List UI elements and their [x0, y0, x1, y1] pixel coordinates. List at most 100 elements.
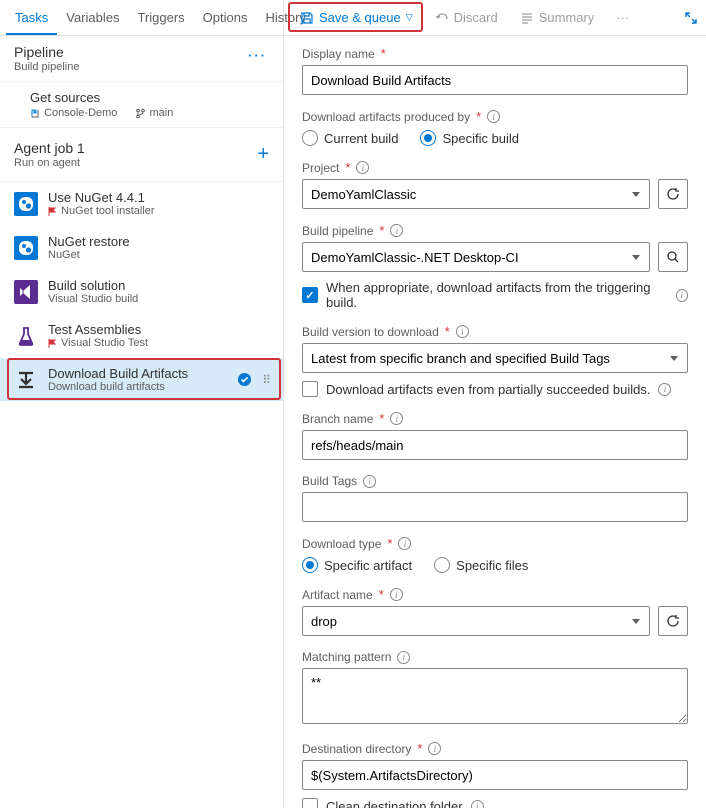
- radio-specific-files[interactable]: Specific files: [434, 557, 528, 573]
- refresh-button[interactable]: [658, 606, 688, 636]
- info-icon[interactable]: [456, 325, 469, 338]
- tab-tasks[interactable]: Tasks: [6, 2, 57, 35]
- refresh-button[interactable]: [658, 179, 688, 209]
- artifact-name-label: Artifact name: [302, 588, 373, 602]
- project-label: Project: [302, 161, 339, 175]
- partial-succeeded-checkbox[interactable]: [302, 381, 318, 397]
- agent-job-title: Agent job 1: [14, 140, 85, 156]
- dest-dir-input[interactable]: [302, 760, 688, 790]
- toolbar: Save & queue ▽ Discard Summary ···: [284, 0, 706, 36]
- agent-job-row[interactable]: Agent job 1 Run on agent +: [0, 128, 283, 182]
- info-icon[interactable]: [397, 651, 410, 664]
- clean-dest-checkbox[interactable]: [302, 798, 318, 808]
- info-icon[interactable]: [390, 224, 403, 237]
- produced-by-label: Download artifacts produced by: [302, 110, 470, 124]
- discard-label: Discard: [454, 10, 498, 25]
- repo-icon: [30, 108, 41, 119]
- task-test-assemblies[interactable]: Test Assemblies Visual Studio Test: [0, 314, 283, 358]
- pipeline-tabs: Tasks Variables Triggers Options History: [0, 0, 283, 36]
- dest-dir-label: Destination directory: [302, 742, 411, 756]
- pipeline-subtitle: Build pipeline: [14, 61, 269, 73]
- task-sub: Download build artifacts: [48, 381, 227, 393]
- triggering-build-checkbox[interactable]: [302, 287, 318, 303]
- nuget-icon: [14, 192, 38, 216]
- radio-specific-build[interactable]: Specific build: [420, 130, 519, 146]
- build-version-select[interactable]: [302, 343, 688, 373]
- info-icon[interactable]: [390, 412, 403, 425]
- info-icon[interactable]: [363, 475, 376, 488]
- check-icon: [237, 372, 252, 387]
- chevron-down-icon: ▽: [406, 12, 413, 23]
- task-title: Use NuGet 4.4.1: [48, 190, 269, 205]
- left-sidebar: Tasks Variables Triggers Options History…: [0, 0, 284, 808]
- task-build-solution[interactable]: Build solution Visual Studio build: [0, 270, 283, 314]
- task-sub: Visual Studio Test: [61, 337, 148, 349]
- branch-name-input[interactable]: [302, 430, 688, 460]
- task-title: Test Assemblies: [48, 322, 269, 337]
- add-task-icon[interactable]: +: [257, 143, 269, 166]
- save-queue-button[interactable]: Save & queue ▽: [292, 6, 421, 29]
- task-title: NuGet restore: [48, 234, 269, 249]
- more-button[interactable]: ···: [608, 6, 637, 29]
- flask-icon: [14, 324, 38, 348]
- matching-pattern-textarea[interactable]: [302, 668, 688, 724]
- task-sub: NuGet: [48, 249, 269, 261]
- triggering-build-label: When appropriate, download artifacts fro…: [326, 280, 668, 310]
- get-sources[interactable]: Get sources Console-Demo main: [0, 82, 283, 128]
- summary-icon: [520, 11, 534, 25]
- task-sub: Visual Studio build: [48, 293, 269, 305]
- summary-button[interactable]: Summary: [512, 6, 603, 29]
- info-icon[interactable]: [676, 289, 688, 302]
- drag-handle-icon[interactable]: ⠿: [262, 373, 269, 387]
- info-icon[interactable]: [398, 537, 411, 550]
- pipeline-header[interactable]: Pipeline Build pipeline ···: [0, 36, 283, 82]
- flag-icon: [48, 207, 57, 216]
- flag-icon: [48, 339, 57, 348]
- partial-succeeded-label: Download artifacts even from partially s…: [326, 382, 650, 397]
- repo-name: Console-Demo: [44, 107, 117, 119]
- matching-pattern-label: Matching pattern: [302, 650, 391, 664]
- pipeline-more-icon[interactable]: ···: [248, 48, 267, 63]
- build-tags-input[interactable]: [302, 492, 688, 522]
- clean-dest-label: Clean destination folder: [326, 799, 463, 808]
- save-icon: [300, 11, 314, 25]
- task-form: Display name* Download artifacts produce…: [284, 36, 706, 808]
- artifact-name-select[interactable]: [302, 606, 650, 636]
- info-icon[interactable]: [487, 110, 500, 123]
- right-panel: Save & queue ▽ Discard Summary ··· Displ…: [284, 0, 706, 808]
- summary-label: Summary: [539, 10, 595, 25]
- search-button[interactable]: [658, 242, 688, 272]
- tab-variables[interactable]: Variables: [57, 2, 128, 35]
- info-icon[interactable]: [658, 383, 671, 396]
- build-pipeline-label: Build pipeline: [302, 224, 373, 238]
- task-title: Build solution: [48, 278, 269, 293]
- undo-icon: [435, 11, 449, 25]
- build-tags-label: Build Tags: [302, 474, 357, 488]
- save-queue-label: Save & queue: [319, 10, 401, 25]
- download-icon: [14, 368, 38, 392]
- tab-options[interactable]: Options: [194, 2, 257, 35]
- pipeline-title: Pipeline: [14, 44, 269, 60]
- tab-triggers[interactable]: Triggers: [128, 2, 193, 35]
- fullscreen-icon[interactable]: [684, 11, 698, 25]
- task-nuget-restore[interactable]: NuGet restore NuGet: [0, 226, 283, 270]
- task-use-nuget[interactable]: Use NuGet 4.4.1 NuGet tool installer: [0, 182, 283, 226]
- branch-name-label: Branch name: [302, 412, 373, 426]
- radio-specific-artifact[interactable]: Specific artifact: [302, 557, 412, 573]
- build-pipeline-select[interactable]: [302, 242, 650, 272]
- info-icon[interactable]: [428, 742, 441, 755]
- info-icon[interactable]: [356, 161, 369, 174]
- radio-current-build[interactable]: Current build: [302, 130, 398, 146]
- task-title: Download Build Artifacts: [48, 366, 227, 381]
- project-select[interactable]: [302, 179, 650, 209]
- visual-studio-icon: [14, 280, 38, 304]
- info-icon[interactable]: [471, 800, 484, 808]
- task-download-artifacts[interactable]: Download Build Artifacts Download build …: [0, 358, 283, 402]
- get-sources-title: Get sources: [30, 90, 269, 105]
- display-name-label: Display name: [302, 47, 375, 61]
- download-type-label: Download type: [302, 537, 381, 551]
- discard-button[interactable]: Discard: [427, 6, 506, 29]
- branch-icon: [135, 108, 146, 119]
- display-name-input[interactable]: [302, 65, 688, 95]
- info-icon[interactable]: [390, 588, 403, 601]
